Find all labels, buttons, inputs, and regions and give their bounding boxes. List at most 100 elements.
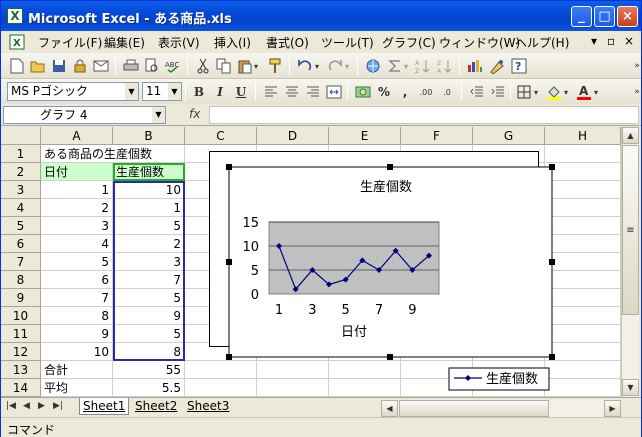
next-sheet-icon[interactable]: ▶ [38, 401, 45, 411]
bold-button[interactable]: B [189, 82, 209, 102]
doc-minimize-button[interactable]: ▾ [591, 34, 597, 48]
percent-icon[interactable]: % [374, 82, 394, 102]
menu-edit[interactable]: 編集(E) [104, 34, 145, 51]
increase-indent-icon[interactable] [488, 82, 508, 102]
menu-format[interactable]: 書式(O) [266, 34, 309, 51]
email-icon[interactable] [91, 56, 111, 76]
last-sheet-icon[interactable]: ▶| [53, 401, 63, 411]
menu-tools[interactable]: ツール(T) [321, 34, 374, 51]
paste-dropdown-icon[interactable]: ▾ [251, 56, 261, 76]
chart-resize-handle[interactable] [549, 164, 555, 170]
spelling-icon[interactable]: ABC [163, 56, 183, 76]
chart-resize-handle[interactable] [226, 259, 232, 265]
undo-dropdown-icon[interactable]: ▾ [312, 56, 322, 76]
horizontal-scroll-thumb[interactable] [399, 400, 549, 417]
menu-file[interactable]: ファイル(F) [38, 34, 102, 51]
excel-app-icon[interactable]: X [7, 8, 23, 24]
chart-resize-handle[interactable] [387, 354, 393, 360]
chart-wizard-icon[interactable] [465, 56, 485, 76]
save-icon[interactable] [49, 56, 69, 76]
minimize-button[interactable]: _ [571, 6, 592, 27]
decrease-decimal-icon[interactable]: .0 [437, 82, 457, 102]
print-icon[interactable] [121, 56, 141, 76]
format-painter-icon[interactable] [265, 56, 285, 76]
borders-dropdown-icon[interactable]: ▾ [531, 82, 541, 102]
scroll-down-icon[interactable]: ▼ [622, 379, 639, 396]
scroll-left-icon[interactable]: ◀ [381, 400, 398, 417]
name-box-dropdown-icon[interactable]: ▼ [152, 107, 165, 123]
font-name-combo[interactable]: MS Pゴシック ▼ [7, 82, 139, 101]
scroll-up-icon[interactable]: ▲ [622, 127, 639, 144]
toolbar-options-icon[interactable]: » [627, 56, 642, 76]
svg-text:A: A [579, 84, 589, 98]
first-sheet-icon[interactable]: |◀ [6, 401, 16, 411]
cut-icon[interactable] [193, 56, 213, 76]
font-size-combo[interactable]: 11 ▼ [142, 82, 182, 101]
vertical-scroll-thumb[interactable]: ≡ [622, 145, 639, 315]
sheet-tab-sheet2[interactable]: Sheet2 [132, 398, 180, 415]
italic-button[interactable]: I [210, 82, 230, 102]
sort-descending-icon[interactable]: ZA [435, 56, 455, 76]
increase-decimal-icon[interactable]: .00 [416, 82, 436, 102]
align-left-icon[interactable] [261, 82, 281, 102]
help-icon[interactable]: ? [509, 56, 529, 76]
currency-icon[interactable] [353, 82, 373, 102]
menu-chart[interactable]: グラフ(C) [382, 34, 436, 51]
fill-color-dropdown-icon[interactable]: ▾ [561, 82, 571, 102]
prev-sheet-icon[interactable]: ◀ [23, 401, 30, 411]
name-box[interactable]: グラフ 4 ▼ [3, 106, 166, 124]
window-title: Microsoft Excel - ある商品.xls [28, 12, 232, 27]
doc-close-button[interactable]: × [624, 34, 634, 48]
chart-resize-handle[interactable] [387, 164, 393, 170]
toolbar-separator [357, 57, 358, 75]
font-size-dropdown-icon[interactable]: ▼ [168, 83, 181, 100]
comma-style-icon[interactable]: , [395, 82, 415, 102]
toolbar-options-icon[interactable]: » [627, 82, 642, 102]
menu-window[interactable]: ウィンドウ(W) [439, 34, 520, 51]
decrease-indent-icon[interactable] [467, 82, 487, 102]
workbook-icon[interactable]: X [9, 34, 25, 50]
permission-icon[interactable] [70, 56, 90, 76]
sheet-tab-sheet1[interactable]: Sheet1 [79, 398, 130, 415]
sort-ascending-icon[interactable]: AZ [413, 56, 433, 76]
align-center-icon[interactable] [282, 82, 302, 102]
font-name-dropdown-icon[interactable]: ▼ [125, 83, 138, 100]
print-preview-icon[interactable] [142, 56, 162, 76]
scroll-right-icon[interactable]: ▶ [604, 400, 621, 417]
autosum-dropdown-icon[interactable]: ▾ [401, 56, 411, 76]
underline-button[interactable]: U [231, 82, 251, 102]
close-button[interactable]: × [617, 6, 638, 27]
legend-label: 生産個数 [486, 371, 538, 387]
formula-input[interactable] [209, 106, 639, 124]
chart-resize-handle[interactable] [549, 259, 555, 265]
horizontal-scrollbar[interactable]: ◀ ▶ [381, 400, 621, 417]
align-right-icon[interactable] [303, 82, 323, 102]
insert-function-icon[interactable]: fx [189, 107, 200, 121]
menu-help[interactable]: ヘルプ(H) [515, 34, 569, 51]
font-color-dropdown-icon[interactable]: ▾ [591, 82, 601, 102]
vertical-scrollbar[interactable]: ▲ ≡ ▼ [621, 127, 639, 397]
name-box-value: グラフ 4 [40, 108, 88, 122]
y-tick-label: 10 [242, 240, 259, 255]
chart-resize-handle[interactable] [226, 164, 232, 170]
toolbar-separator [459, 57, 460, 75]
menu-insert[interactable]: 挿入(I) [214, 34, 251, 51]
redo-dropdown-icon[interactable]: ▾ [342, 56, 352, 76]
standard-toolbar: ABC ▾ ▾ ▾ ▾ AZ ZA ? » [1, 53, 641, 79]
doc-restore-button[interactable]: ▫ [607, 34, 615, 48]
svg-text:Z: Z [415, 68, 419, 74]
new-icon[interactable] [7, 56, 27, 76]
open-icon[interactable] [28, 56, 48, 76]
menu-view[interactable]: 表示(V) [158, 34, 200, 51]
sheet-tab-sheet3[interactable]: Sheet3 [184, 398, 232, 415]
cell-a1[interactable]: ある商品の生産個数 [41, 145, 152, 163]
chart-resize-handle[interactable] [549, 354, 555, 360]
formula-bar: グラフ 4 ▼ fx [1, 104, 641, 126]
status-text: コマンド [7, 423, 56, 437]
merge-center-icon[interactable] [324, 82, 344, 102]
chart-resize-handle[interactable] [226, 354, 232, 360]
hyperlink-icon[interactable] [363, 56, 383, 76]
copy-icon[interactable] [214, 56, 234, 76]
drawing-icon[interactable] [487, 56, 507, 76]
maximize-button[interactable]: □ [594, 6, 615, 27]
